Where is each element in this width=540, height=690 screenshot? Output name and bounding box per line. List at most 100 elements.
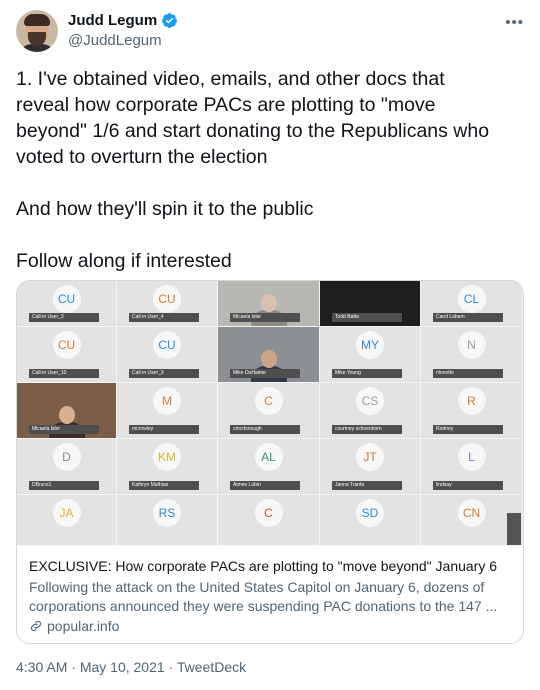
participant-tile: SD (320, 495, 421, 546)
participant-initials: AL (254, 443, 283, 471)
link-card[interactable]: CU Call-in User_3 CU Call-in User_4 Micaela … (16, 280, 524, 644)
participant-initials: CU (52, 285, 81, 313)
tweet-line: 1. I've obtained video, emails, and othe… (16, 68, 445, 90)
participant-tile: Nnlonetto (421, 327, 523, 383)
card-domain-text: popular.info (47, 618, 120, 634)
participant-name-label: cmcdonough (230, 425, 300, 434)
tweet-date[interactable]: May 10, 2021 (80, 659, 165, 675)
participant-tile: CS courtney schoenborn (320, 383, 421, 439)
participant-name-label: Call-in User_9 (129, 369, 199, 378)
participant-tile: Micaela Isler (17, 383, 117, 439)
display-name[interactable]: Judd Legum (68, 12, 157, 29)
tweet-source[interactable]: TweetDeck (177, 659, 246, 675)
card-image[interactable]: CU Call-in User_3 CU Call-in User_4 Micaela … (17, 281, 523, 546)
name-row: Judd Legum (68, 12, 178, 29)
participant-name-label: Micaela Isler (29, 425, 99, 434)
card-domain[interactable]: popular.info (29, 618, 511, 634)
participant-name-label: Mike Young (332, 369, 402, 378)
participant-initials: C (254, 499, 283, 527)
participant-name-label: Rodney (433, 425, 503, 434)
participant-tile: AL Aimee Lubin (218, 439, 320, 495)
participant-initials: RS (153, 499, 181, 527)
user-handle[interactable]: @JuddLegum (68, 32, 162, 49)
participant-name-label: Aimee Lubin (230, 481, 300, 490)
participant-tile: CL Carol Laham (421, 281, 523, 327)
card-description: Following the attack on the United State… (29, 578, 511, 616)
participant-initials: SD (356, 499, 384, 527)
participant-name-label: mcrowley (129, 425, 199, 434)
participant-tile: CU Call-in User_10 (17, 327, 117, 383)
participant-tile: KM Kathryn Mathias (117, 439, 218, 495)
participant-tile: CU Call-in User_4 (117, 281, 218, 327)
participant-tile: Llindsay (421, 439, 523, 495)
tweet-text: 1. I've obtained video, emails, and othe… (16, 66, 524, 274)
tweet-time[interactable]: 4:30 AM (16, 659, 67, 675)
tweet-line: reveal how corporate PACs are plotting t… (16, 94, 436, 116)
participant-name-label: Kathryn Mathias (129, 481, 199, 490)
participant-tile: RS (117, 495, 218, 546)
participant-tile: R Rodney (421, 383, 523, 439)
participant-name-label: courtney schoenborn (332, 425, 402, 434)
avatar[interactable] (16, 10, 58, 52)
participant-tile: D DBruce1 (17, 439, 117, 495)
participant-name-label: lindsay (433, 481, 503, 490)
participant-tile: Ccmcdonough (218, 383, 320, 439)
participant-tile: MY Mike Young (320, 327, 421, 383)
participant-name-label: Call-in User_3 (29, 313, 99, 322)
participant-head (58, 406, 75, 424)
participant-name-label: Micaela Isler (230, 313, 300, 322)
participant-initials: M (153, 387, 181, 415)
card-text: EXCLUSIVE: How corporate PACs are plotti… (29, 557, 511, 634)
participant-name-label: Carol Laham (433, 313, 503, 322)
tweet-line: Follow along if interested (16, 250, 232, 272)
tweet-metadata: 4:30 AM · May 10, 2021 · TweetDeck (16, 659, 246, 675)
participant-name-label: nlonetto (433, 369, 503, 378)
link-icon (30, 620, 42, 632)
avatar-hair (24, 14, 50, 26)
card-description-line: corporations announced they were suspend… (29, 598, 498, 614)
participant-tile: Mmcrowley (117, 383, 218, 439)
participant-initials: CL (457, 285, 486, 313)
participant-initials: R (457, 387, 486, 415)
meta-separator: · (67, 659, 80, 675)
participant-initials: CU (52, 331, 81, 359)
participant-initials: JA (52, 499, 81, 527)
participant-tile: CU Call-in User_3 (17, 281, 117, 327)
participant-head (260, 294, 277, 312)
participant-initials: JT (356, 443, 384, 471)
participant-name-label: Janna Tranfa (332, 481, 402, 490)
video-call-grid: CU Call-in User_3 CU Call-in User_4 Micaela … (17, 281, 523, 546)
participant-initials: CN (457, 499, 486, 527)
participant-initials: C (254, 387, 283, 415)
participant-tile: Todd Batta (320, 281, 421, 327)
participant-name-label: Todd Batta (332, 313, 402, 322)
tweet-line: voted to overturn the election (16, 146, 268, 168)
participant-initials: MY (356, 331, 384, 359)
participant-name-label: Mike DuHaime (230, 369, 300, 378)
participant-name-label: Call-in User_10 (29, 369, 99, 378)
participant-tile: JA (17, 495, 117, 546)
participant-tile: C (218, 495, 320, 546)
participant-initials: CS (356, 387, 384, 415)
participant-tile: Mike DuHaime (218, 327, 320, 383)
participant-name-label: Call-in User_4 (129, 313, 199, 322)
card-description-line: Following the attack on the United State… (29, 579, 485, 595)
participant-head (260, 350, 277, 368)
meta-separator: · (164, 659, 177, 675)
more-options-icon[interactable]: ••• (505, 14, 524, 31)
participant-tile: CU Call-in User_9 (117, 327, 218, 383)
participant-initials: N (457, 331, 486, 359)
participant-initials: CU (153, 285, 181, 313)
participant-tile: JT Janna Tranfa (320, 439, 421, 495)
participant-name-label: DBruce1 (29, 481, 99, 490)
participant-initials: L (457, 443, 486, 471)
tweet-line: And how they'll spin it to the public (16, 198, 314, 220)
participant-initials: CU (153, 331, 181, 359)
card-title[interactable]: EXCLUSIVE: How corporate PACs are plotti… (29, 557, 511, 576)
tweet-line: beyond" 1/6 and start donating to the Re… (16, 120, 490, 142)
tweet-header: Judd Legum @JuddLegum ••• (16, 10, 524, 58)
scrollbar (507, 513, 521, 545)
verified-badge-icon (162, 13, 178, 28)
participant-tile: Micaela Isler (218, 281, 320, 327)
participant-initials: D (52, 443, 81, 471)
